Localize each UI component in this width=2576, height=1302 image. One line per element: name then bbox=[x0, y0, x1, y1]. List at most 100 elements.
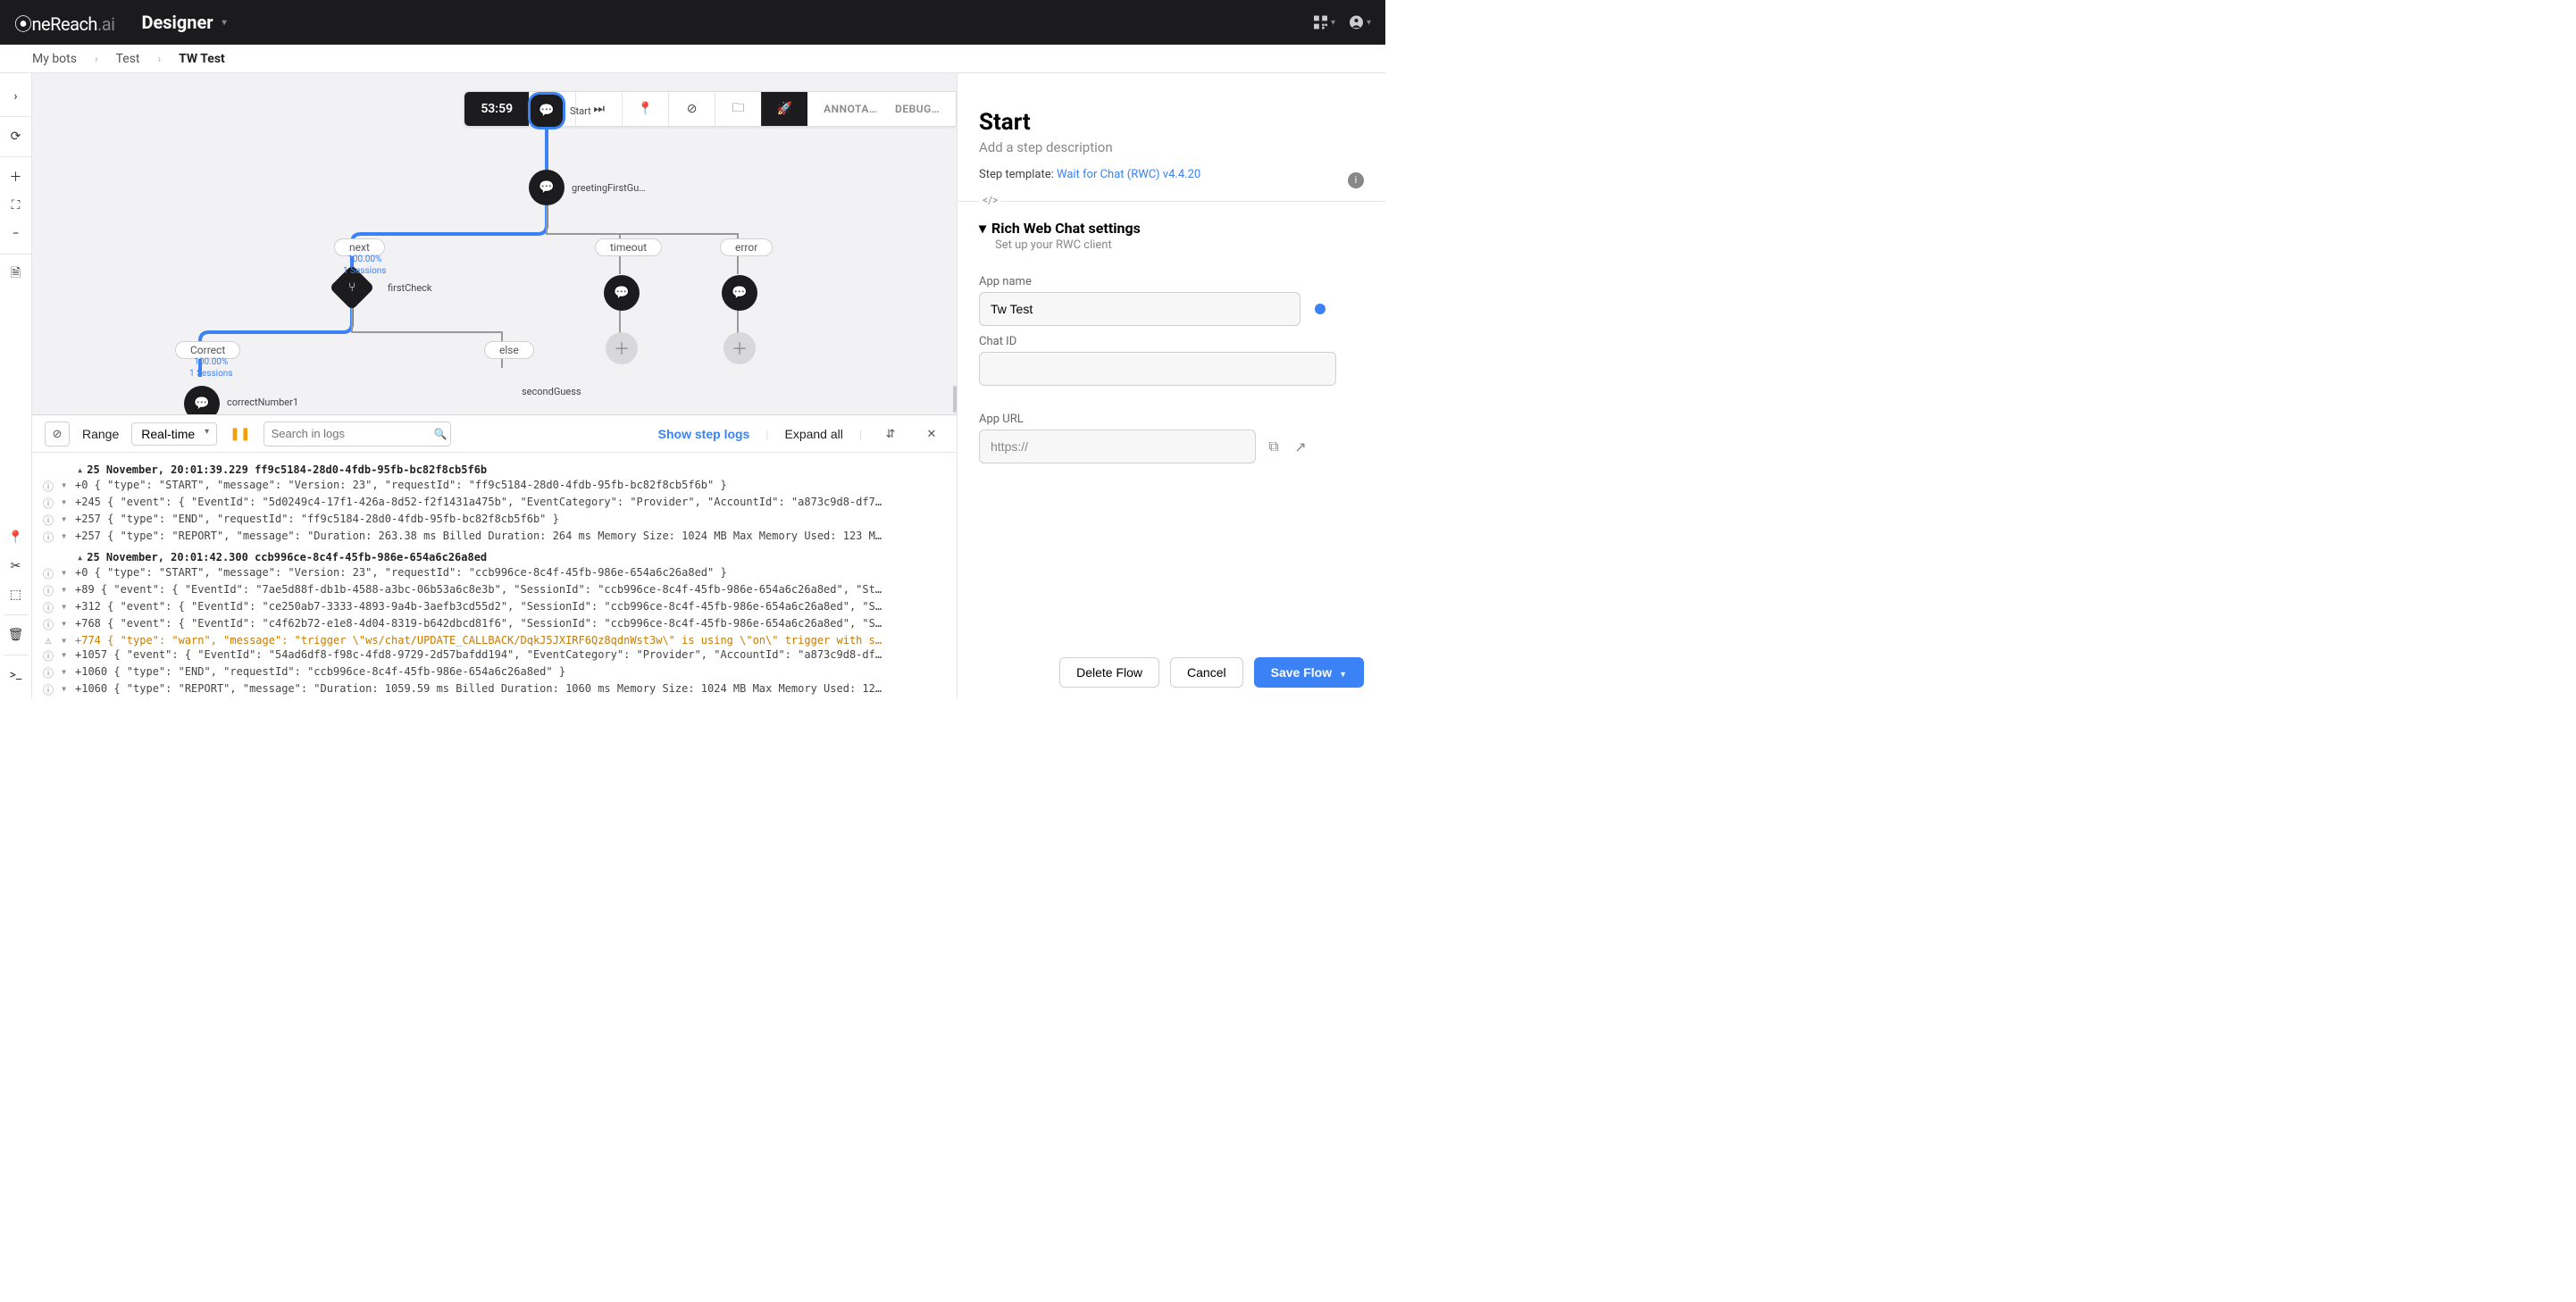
log-group-header[interactable]: ▴25 November, 20:01:39.229 ff9c5184-28d0… bbox=[77, 463, 948, 476]
rocket-icon[interactable]: 🚀 bbox=[761, 91, 807, 127]
app-switcher[interactable]: Designer ▾ bbox=[141, 12, 226, 33]
logo: ⦿neReach.ai bbox=[14, 10, 114, 36]
close-logs-icon[interactable]: ✕ bbox=[919, 421, 944, 447]
step-template: Step template: Wait for Chat (RWC) v4.4.… bbox=[979, 168, 1200, 181]
step-title: Start bbox=[979, 109, 1031, 136]
block-icon[interactable]: ⊘ bbox=[668, 91, 715, 127]
app-name: Designer bbox=[141, 12, 213, 33]
chat-id-label: Chat ID bbox=[979, 335, 1364, 348]
node-timeout-chat[interactable]: 💬 bbox=[604, 275, 640, 311]
cancel-button[interactable]: Cancel bbox=[1170, 657, 1243, 688]
log-line[interactable]: ⓘ▾+1060 { "type": "REPORT", "message": "… bbox=[41, 681, 948, 698]
folder-icon[interactable]: 🗀 bbox=[715, 91, 761, 127]
scissors-icon[interactable]: ✂ bbox=[4, 554, 29, 579]
select-icon[interactable]: ⬚ bbox=[4, 582, 29, 607]
session-timer: 53:59 bbox=[464, 91, 529, 127]
app-name-label: App name bbox=[979, 275, 1364, 288]
apps-grid-icon[interactable]: ▾ bbox=[1314, 12, 1335, 33]
log-line[interactable]: ⓘ▾+0 { "type": "START", "message": "Vers… bbox=[41, 565, 948, 582]
log-line[interactable]: ⓘ▾+768 { "event": { "EventId": "c4f62b72… bbox=[41, 616, 948, 633]
document-icon[interactable]: 🗎 bbox=[4, 262, 29, 287]
delete-flow-button[interactable]: Delete Flow bbox=[1059, 657, 1159, 688]
branch-error[interactable]: error bbox=[720, 238, 773, 256]
tab-annotate[interactable]: ANNOTA… bbox=[824, 103, 877, 115]
log-search-input[interactable] bbox=[272, 427, 429, 440]
log-line[interactable]: ⓘ▾+1057 { "event": { "EventId": "54ad6df… bbox=[41, 647, 948, 664]
sort-icon[interactable]: ⇵ bbox=[878, 421, 903, 447]
add-node-button[interactable]: ＋ bbox=[606, 332, 638, 364]
step-description-placeholder[interactable]: Add a step description bbox=[979, 139, 1364, 155]
fullscreen-icon[interactable]: ⛶ bbox=[4, 193, 29, 218]
info-icon[interactable]: i bbox=[1348, 172, 1364, 188]
clear-logs-icon[interactable]: ⊘ bbox=[45, 421, 70, 447]
save-flow-button[interactable]: Save Flow▼ bbox=[1254, 657, 1364, 688]
plus-icon[interactable]: ＋ bbox=[4, 164, 29, 189]
add-node-button[interactable]: ＋ bbox=[723, 332, 756, 364]
changed-indicator bbox=[1315, 304, 1326, 314]
branch-timeout[interactable]: timeout bbox=[595, 238, 662, 256]
template-link[interactable]: Wait for Chat (RWC) v4.4.20 bbox=[1057, 168, 1200, 181]
node-secondguess[interactable]: secondGuess bbox=[522, 386, 581, 397]
code-divider: </> bbox=[979, 194, 1001, 206]
terminal-icon[interactable]: >_ bbox=[4, 663, 29, 688]
chat-id-input[interactable] bbox=[979, 352, 1336, 386]
crumb-test[interactable]: Test bbox=[116, 52, 140, 66]
section-rwc-settings[interactable]: ▾ Rich Web Chat settings bbox=[979, 220, 1364, 237]
log-search[interactable]: 🔍 bbox=[263, 421, 451, 447]
minus-icon[interactable]: − bbox=[4, 221, 29, 246]
log-line[interactable]: ⓘ▾+257 { "type": "END", "requestId": "ff… bbox=[41, 512, 948, 529]
right-panel: Start Add a step description Step templa… bbox=[957, 73, 1385, 698]
app-url-input[interactable] bbox=[979, 430, 1256, 463]
pin-icon[interactable]: 📍 bbox=[4, 525, 29, 550]
branch-pct: 100.00% bbox=[343, 254, 386, 265]
chevron-down-icon: ▾ bbox=[1367, 18, 1371, 28]
expand-icon[interactable]: › bbox=[4, 84, 29, 109]
log-body[interactable]: ▴25 November, 20:01:39.229 ff9c5184-28d0… bbox=[32, 453, 957, 698]
left-rail: › ⟳ ＋ ⛶ − 🗎 📍 ✂ ⬚ 🗑 >_ bbox=[0, 73, 32, 698]
log-header: ⊘ Range Real-time ❚❚ 🔍 Show step logs | … bbox=[32, 415, 957, 453]
canvas-and-logs: 53:59 ↻ ⏭ 📍 ⊘ 🗀 🚀 ANNOTA… DEBUG… bbox=[32, 73, 957, 698]
log-line[interactable]: ⓘ▾+245 { "event": { "EventId": "5d0249c4… bbox=[41, 495, 948, 512]
node-label: correctNumber1 bbox=[227, 396, 298, 408]
expand-all[interactable]: Expand all bbox=[784, 427, 842, 441]
search-icon: 🔍 bbox=[434, 428, 447, 440]
crumb-my-bots[interactable]: My bots bbox=[32, 52, 77, 66]
branch-pct: 100.00% bbox=[189, 356, 232, 368]
range-select[interactable]: Real-time bbox=[131, 422, 217, 446]
flow-canvas[interactable]: 53:59 ↻ ⏭ 📍 ⊘ 🗀 🚀 ANNOTA… DEBUG… bbox=[32, 73, 957, 414]
node-error-chat[interactable]: 💬 bbox=[722, 275, 757, 311]
node-start[interactable]: 💬 Start bbox=[531, 95, 591, 127]
open-link-icon[interactable]: ↗ bbox=[1292, 438, 1309, 455]
log-line[interactable]: ⓘ▾+0 { "type": "START", "message": "Vers… bbox=[41, 478, 948, 495]
marker-icon[interactable]: 📍 bbox=[622, 91, 668, 127]
branch-else[interactable]: else bbox=[484, 341, 534, 359]
pause-icon[interactable]: ❚❚ bbox=[230, 426, 250, 441]
user-menu[interactable]: ▾ bbox=[1350, 12, 1371, 33]
log-group-header[interactable]: ▴25 November, 20:01:42.300 ccb996ce-8c4f… bbox=[77, 551, 948, 563]
node-label: greetingFirstGu… bbox=[572, 182, 646, 194]
chevron-down-icon: ▾ bbox=[222, 18, 227, 28]
node-greeting[interactable]: 💬 greetingFirstGu… bbox=[529, 170, 646, 205]
log-panel: ⊘ Range Real-time ❚❚ 🔍 Show step logs | … bbox=[32, 414, 957, 698]
show-step-logs[interactable]: Show step logs bbox=[658, 427, 750, 441]
log-line[interactable]: ⓘ▾+257 { "type": "REPORT", "message": "D… bbox=[41, 529, 948, 546]
node-label: secondGuess bbox=[522, 386, 581, 397]
tab-debug[interactable]: DEBUG… bbox=[895, 103, 940, 115]
chevron-right-icon: › bbox=[95, 53, 98, 65]
branch-sessions: 1 Sessions bbox=[343, 265, 386, 277]
chevron-down-icon: ▼ bbox=[1339, 670, 1347, 679]
log-line[interactable]: ⓘ▾+312 { "event": { "EventId": "ce250ab7… bbox=[41, 599, 948, 616]
app-name-input[interactable] bbox=[979, 292, 1301, 326]
refresh-icon[interactable]: ⟳ bbox=[4, 124, 29, 149]
log-line[interactable]: ⚠▾+774 { "type": "warn", "message": "tri… bbox=[41, 633, 948, 647]
log-line[interactable]: ⓘ▾+89 { "event": { "EventId": "7ae5d88f-… bbox=[41, 582, 948, 599]
node-correctnumber[interactable]: 💬 correctNumber1 bbox=[184, 384, 298, 414]
trash-icon[interactable]: 🗑 bbox=[4, 622, 29, 647]
branch-sessions: 1 Sessions bbox=[189, 368, 232, 380]
chevron-down-icon: ▾ bbox=[1331, 18, 1335, 28]
breadcrumbs: My bots › Test › TW Test bbox=[0, 45, 1385, 73]
crumb-tw-test[interactable]: TW Test bbox=[179, 52, 225, 66]
chevron-right-icon: › bbox=[158, 53, 162, 65]
copy-icon[interactable]: ⧉ bbox=[1265, 438, 1283, 455]
log-line[interactable]: ⓘ▾+1060 { "type": "END", "requestId": "c… bbox=[41, 664, 948, 681]
